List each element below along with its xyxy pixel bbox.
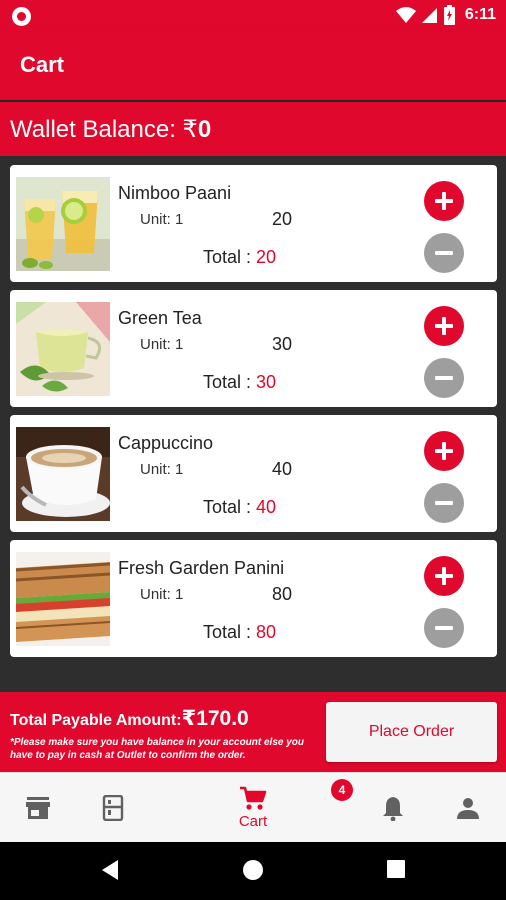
item-total-amount: 30 (256, 372, 277, 392)
place-order-button[interactable]: Place Order (326, 702, 497, 762)
increase-quantity-button[interactable] (424, 181, 464, 221)
item-name: Cappuccino (118, 433, 214, 453)
bottom-navigation: Cart 4 (0, 772, 506, 842)
increase-quantity-button[interactable] (424, 306, 464, 346)
item-name: Green Tea (118, 308, 202, 328)
total-payable-label: Total Payable Amount: (10, 712, 182, 729)
item-image (16, 177, 110, 271)
item-price: 80 (272, 584, 293, 604)
item-price: 20 (272, 209, 293, 229)
order-summary-bar: Total Payable Amount:₹170.0 *Please make… (0, 692, 506, 772)
wallet-currency: ₹ (182, 116, 198, 143)
item-price: 40 (272, 459, 293, 479)
cart-item-card: Fresh Garden Panini Unit: 1 80 Total : 8… (10, 540, 497, 657)
page-title: Cart (20, 52, 65, 77)
menu-card-icon (102, 795, 124, 821)
status-icons: 6:11 (395, 5, 496, 25)
minus-icon (433, 492, 455, 514)
minus-icon (433, 367, 455, 389)
cart-item-card: Cappuccino Unit: 1 40 Total : 40 (10, 415, 497, 532)
item-name: Nimboo Paani (118, 183, 232, 203)
nav-label-cart: Cart (238, 813, 268, 830)
wallet-balance: Wallet Balance: ₹0 (10, 115, 211, 144)
notification-dot-icon (12, 7, 31, 26)
item-unit: Unit: 1 (140, 461, 184, 478)
item-name: Fresh Garden Panini (118, 558, 285, 578)
nav-item-cart[interactable]: Cart (218, 773, 288, 843)
app-bar: Cart (0, 32, 506, 100)
person-icon (457, 798, 479, 819)
cart-icon (240, 786, 267, 810)
back-icon[interactable] (100, 859, 120, 881)
plus-icon (433, 315, 455, 337)
nav-item-menu[interactable] (78, 773, 148, 843)
payment-note: *Please make sure you have balance in yo… (10, 737, 305, 761)
plus-icon (433, 440, 455, 462)
wallet-balance-bar: Wallet Balance: ₹0 (0, 102, 506, 156)
item-total-label: Total : (203, 372, 257, 392)
total-payable-amount: ₹170.0 (181, 707, 249, 730)
item-price: 30 (272, 334, 293, 354)
status-time: 6:11 (464, 6, 496, 23)
wallet-balance-label: Wallet Balance: (10, 116, 183, 143)
system-navigation-bar (0, 842, 506, 900)
wifi-icon (395, 7, 416, 23)
item-image (16, 302, 110, 396)
item-total: Total : 80 (203, 622, 276, 643)
bell-icon (383, 797, 403, 821)
item-total-label: Total : (203, 622, 257, 642)
item-unit: Unit: 1 (140, 586, 184, 603)
notification-count-badge: 4 (331, 779, 353, 801)
cart-item-card: Green Tea Unit: 1 30 Total : 30 (10, 290, 497, 407)
nav-item-notifications[interactable] (358, 773, 428, 843)
plus-icon (433, 565, 455, 587)
decrease-quantity-button[interactable] (424, 608, 464, 648)
decrease-quantity-button[interactable] (424, 483, 464, 523)
item-total: Total : 40 (203, 497, 276, 518)
store-icon (26, 797, 50, 819)
item-total-amount: 20 (256, 247, 277, 267)
item-image (16, 552, 110, 646)
nav-item-store[interactable] (3, 773, 73, 843)
wallet-balance-value: 0 (197, 116, 212, 143)
home-icon[interactable] (242, 859, 264, 881)
recents-icon[interactable] (386, 859, 406, 879)
increase-quantity-button[interactable] (424, 556, 464, 596)
item-total-label: Total : (203, 247, 257, 267)
cart-item-card: Nimboo Paani Unit: 1 20 Total : 20 (10, 165, 497, 282)
item-total-amount: 80 (256, 622, 277, 642)
status-bar: 6:11 (0, 0, 506, 32)
plus-icon (433, 190, 455, 212)
signal-icon (421, 8, 437, 23)
item-total: Total : 20 (203, 247, 276, 268)
decrease-quantity-button[interactable] (424, 358, 464, 398)
nav-item-profile[interactable] (433, 773, 503, 843)
item-unit: Unit: 1 (140, 336, 184, 353)
battery-icon (443, 5, 455, 25)
increase-quantity-button[interactable] (424, 431, 464, 471)
item-total-label: Total : (203, 497, 257, 517)
item-image (16, 427, 110, 521)
decrease-quantity-button[interactable] (424, 233, 464, 273)
total-payable: Total Payable Amount:₹170.0 (10, 706, 249, 731)
cart-item-list[interactable]: Nimboo Paani Unit: 1 20 Total : 20 Green… (0, 156, 506, 692)
item-unit: Unit: 1 (140, 211, 184, 228)
minus-icon (433, 242, 455, 264)
item-total: Total : 30 (203, 372, 276, 393)
minus-icon (433, 617, 455, 639)
item-total-amount: 40 (256, 497, 277, 517)
